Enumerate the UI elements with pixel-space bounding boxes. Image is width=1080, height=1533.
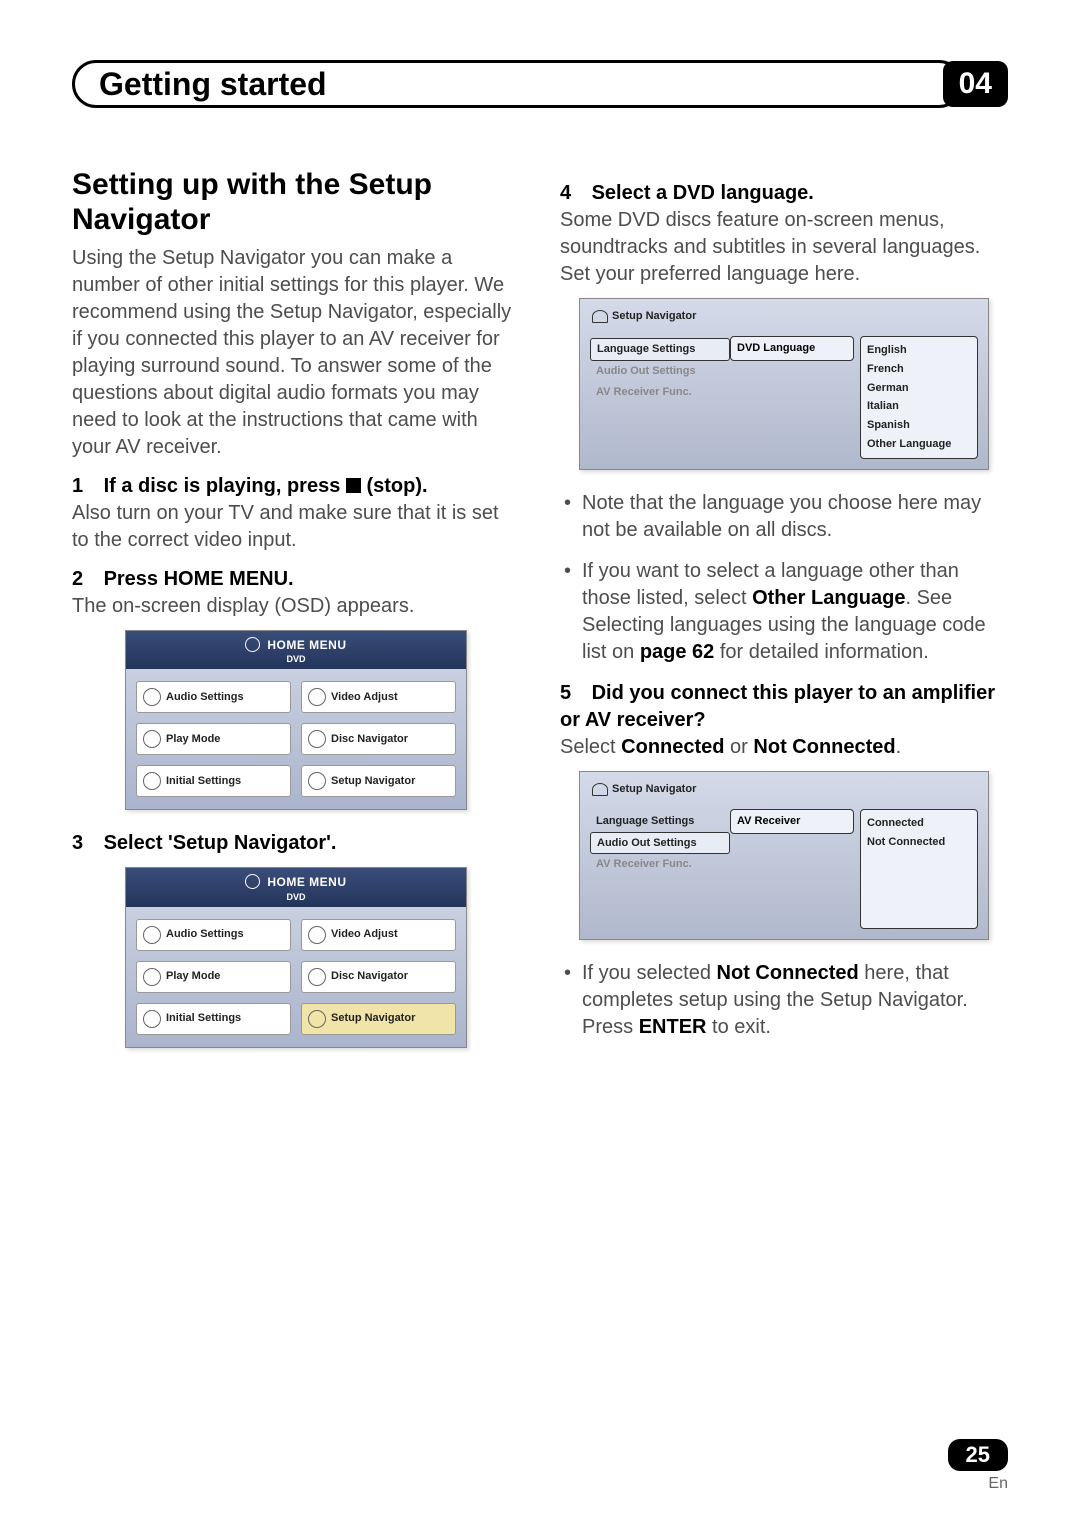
lang-other[interactable]: Other Language [867, 435, 971, 454]
step-2-heading: 2 Press HOME MENU. [72, 566, 520, 593]
note-1: Note that the language you choose here m… [582, 490, 1008, 544]
lang-italian[interactable]: Italian [867, 397, 971, 416]
page-language: En [948, 1475, 1008, 1493]
note-3: If you selected Not Connected here, that… [582, 960, 1008, 1041]
speaker-icon [143, 688, 161, 706]
step-4-heading: 4 Select a DVD language. [560, 180, 1008, 207]
page-footer: 25 En [948, 1439, 1008, 1493]
disc-icon [245, 637, 260, 652]
home-menu-title: HOME MENU DVD [126, 868, 466, 906]
nav-right-list: Connected Not Connected [860, 809, 978, 929]
setup-nav-title: Setup Navigator [592, 309, 978, 324]
home-menu-grid: Audio Settings Video Adjust Play Mode Di… [126, 669, 466, 809]
tv-icon [308, 926, 326, 944]
step-1-heading: 1 If a disc is playing, press (stop). [72, 473, 520, 500]
hm-play-mode[interactable]: Play Mode [136, 723, 291, 755]
disc-icon [245, 874, 260, 889]
lang-french[interactable]: French [867, 360, 971, 379]
nav-mid-label: DVD Language [730, 336, 854, 361]
hm-setup-navigator[interactable]: Setup Navigator [301, 1003, 456, 1035]
opt-connected[interactable]: Connected [867, 814, 971, 833]
nav-left-list: Language Settings Audio Out Settings AV … [590, 807, 730, 929]
header-capsule: Getting started [72, 60, 963, 108]
step-5-heading: 5 Did you connect this player to an ampl… [560, 680, 1008, 734]
step-1-body: Also turn on your TV and make sure that … [72, 500, 520, 554]
disc-icon [308, 730, 326, 748]
hm-disc-navigator[interactable]: Disc Navigator [301, 723, 456, 755]
nav-right-list: English French German Italian Spanish Ot… [860, 336, 978, 459]
step-5-body: Select Connected or Not Connected. [560, 734, 1008, 761]
nav-icon [592, 783, 608, 796]
hm-video-adjust[interactable]: Video Adjust [301, 681, 456, 713]
step-4-notes: Note that the language you choose here m… [560, 490, 1008, 666]
figure-setup-nav-receiver: Setup Navigator Language Settings Audio … [579, 771, 989, 940]
setup-nav-title: Setup Navigator [592, 782, 978, 797]
play-icon [143, 730, 161, 748]
nav-mid-label: AV Receiver [730, 809, 854, 834]
hm-audio-settings[interactable]: Audio Settings [136, 681, 291, 713]
nav-icon [592, 310, 608, 323]
chapter-badge: 04 [943, 61, 1008, 107]
hm-initial-settings[interactable]: Initial Settings [136, 1003, 291, 1035]
step-5-notes: If you selected Not Connected here, that… [560, 960, 1008, 1041]
nav-left-list: Language Settings Audio Out Settings AV … [590, 334, 730, 459]
nav-item-language[interactable]: Language Settings [590, 338, 730, 361]
gear-icon [143, 772, 161, 790]
page-number: 25 [948, 1439, 1008, 1471]
home-menu-grid: Audio Settings Video Adjust Play Mode Di… [126, 907, 466, 1047]
lang-spanish[interactable]: Spanish [867, 416, 971, 435]
play-icon [143, 968, 161, 986]
home-menu-title: HOME MENU DVD [126, 631, 466, 669]
step-2-body: The on-screen display (OSD) appears. [72, 593, 520, 620]
nav-icon [308, 772, 326, 790]
section-title: Setting up with the Setup Navigator [72, 168, 520, 237]
step-3-heading: 3 Select 'Setup Navigator'. [72, 830, 520, 857]
nav-item-audio-out[interactable]: Audio Out Settings [590, 832, 730, 855]
tv-icon [308, 688, 326, 706]
lang-english[interactable]: English [867, 341, 971, 360]
figure-setup-nav-lang: Setup Navigator Language Settings Audio … [579, 298, 989, 470]
hm-audio-settings[interactable]: Audio Settings [136, 919, 291, 951]
right-column: 4 Select a DVD language. Some DVD discs … [560, 168, 1008, 1068]
figure-home-menu-1: HOME MENU DVD Audio Settings Video Adjus… [125, 630, 467, 810]
nav-item-av-receiver[interactable]: AV Receiver Func. [590, 854, 730, 875]
hm-initial-settings[interactable]: Initial Settings [136, 765, 291, 797]
lang-german[interactable]: German [867, 379, 971, 398]
speaker-icon [143, 926, 161, 944]
opt-not-connected[interactable]: Not Connected [867, 833, 971, 852]
hm-setup-navigator[interactable]: Setup Navigator [301, 765, 456, 797]
stop-icon [346, 478, 361, 493]
step-4-body: Some DVD discs feature on-screen menus, … [560, 207, 1008, 288]
nav-icon [308, 1010, 326, 1028]
note-2: If you want to select a language other t… [582, 558, 1008, 666]
header-title: Getting started [99, 66, 327, 103]
intro-paragraph: Using the Setup Navigator you can make a… [72, 245, 520, 461]
figure-home-menu-2: HOME MENU DVD Audio Settings Video Adjus… [125, 867, 467, 1047]
disc-icon [308, 968, 326, 986]
chapter-header: Getting started 04 [72, 60, 1008, 108]
gear-icon [143, 1010, 161, 1028]
nav-item-audio-out[interactable]: Audio Out Settings [590, 361, 730, 382]
hm-video-adjust[interactable]: Video Adjust [301, 919, 456, 951]
nav-item-av-receiver[interactable]: AV Receiver Func. [590, 382, 730, 403]
hm-disc-navigator[interactable]: Disc Navigator [301, 961, 456, 993]
left-column: Setting up with the Setup Navigator Usin… [72, 168, 520, 1068]
hm-play-mode[interactable]: Play Mode [136, 961, 291, 993]
nav-item-language[interactable]: Language Settings [590, 811, 730, 832]
